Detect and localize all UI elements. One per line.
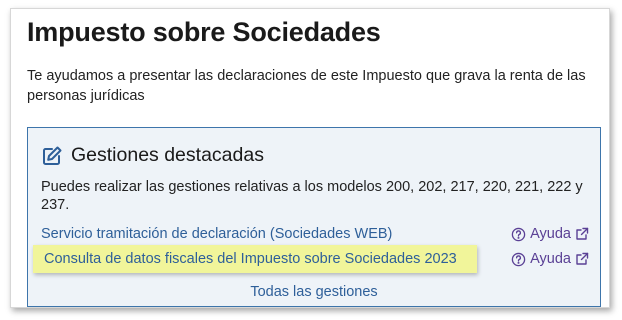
- external-link-icon: [575, 252, 589, 266]
- all-procedures-link[interactable]: Todas las gestiones: [250, 284, 377, 300]
- fiscal-data-link[interactable]: Consulta de datos fiscales del Impuesto …: [44, 251, 457, 267]
- procedure-row: Servicio tramitación de declaración (Soc…: [41, 226, 589, 246]
- help-label: Ayuda: [530, 251, 571, 267]
- card-header: Gestiones destacadas: [41, 144, 264, 167]
- question-circle-icon: [511, 252, 526, 267]
- procedure-row: Consulta de datos fiscales del Impuesto …: [33, 245, 589, 273]
- card-description: Puedes realizar las gestiones relativas …: [41, 179, 583, 213]
- card-title: Gestiones destacadas: [71, 144, 264, 166]
- all-procedures-row: Todas las gestiones: [28, 283, 600, 301]
- external-link-icon: [575, 227, 589, 241]
- page-frame: Impuesto sobre Sociedades Te ayudamos a …: [10, 8, 610, 308]
- help-link[interactable]: Ayuda: [511, 251, 589, 267]
- question-circle-icon: [511, 227, 526, 242]
- help-label: Ayuda: [530, 226, 571, 242]
- page-title: Impuesto sobre Sociedades: [27, 17, 381, 47]
- edit-icon: [41, 145, 63, 167]
- page-intro: Te ayudamos a presentar las declaracione…: [27, 68, 586, 104]
- featured-procedures-card: Gestiones destacadas Puedes realizar las…: [27, 127, 601, 307]
- sociedades-web-link[interactable]: Servicio tramitación de declaración (Soc…: [41, 226, 392, 242]
- help-link[interactable]: Ayuda: [511, 226, 589, 242]
